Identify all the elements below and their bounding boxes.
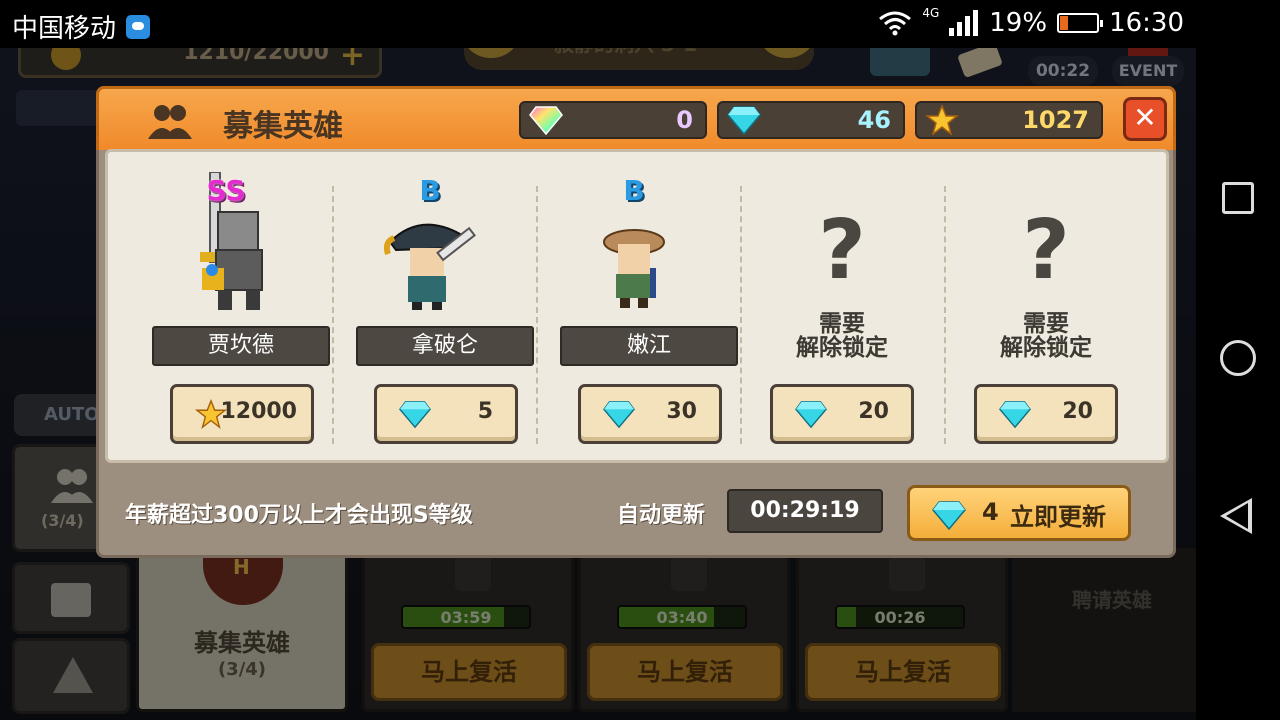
gem-icon: [932, 501, 966, 530]
gem-balance: 46: [717, 101, 905, 139]
gem-count: 46: [857, 106, 891, 134]
hero-name: 贾坎德: [152, 326, 330, 366]
hero-price: 30: [666, 399, 697, 424]
star-count: 1027: [1022, 106, 1089, 134]
locked-hero-slot: ? 需要 解除锁定 20: [944, 152, 1148, 466]
hero-grade: B: [623, 174, 645, 207]
hero-price: 12000: [220, 399, 297, 424]
signal-icon: [949, 10, 979, 36]
hero-name: 拿破仑: [356, 326, 534, 366]
refresh-label: 立即更新: [1010, 503, 1106, 531]
rainbow-gem-count: 0: [676, 106, 693, 134]
battery-percent: 19%: [989, 8, 1048, 38]
home-button[interactable]: [1220, 340, 1256, 376]
wifi-icon: [879, 11, 912, 36]
hero-name: 嫩江: [560, 326, 738, 366]
unlock-price: 20: [858, 399, 889, 424]
recruit-hero-button[interactable]: 12000: [170, 384, 314, 444]
auto-refresh-label: 自动更新: [617, 503, 706, 528]
dialog-title: 募集英雄: [223, 109, 343, 144]
question-mark-icon: ?: [1022, 203, 1070, 298]
hero-grade: B: [419, 174, 441, 207]
carrier-name: 中国移动: [12, 14, 117, 44]
refresh-cost: 4: [982, 498, 999, 526]
people-icon: [148, 105, 192, 139]
star-medal-icon: [925, 105, 959, 135]
rainbow-gem-balance: 0: [519, 101, 707, 139]
locked-hero-slot: ? 需要 解除锁定 20: [740, 152, 944, 466]
hero-offers-panel: SS 贾坎德 12000 B 拿破仑 5 B 嫩江 30 ? 需要 解除锁定 2…: [105, 149, 1169, 463]
recruit-heroes-dialog: 募集英雄 0 46 1027 ✕ SS 贾坎德 12000 B 拿破仑 5 B …: [96, 86, 1176, 558]
grade-info-text: 年薪超过300万以上才会出现S等级: [125, 503, 473, 528]
auto-refresh-timer: 00:29:19: [727, 489, 883, 533]
hero-offer: B 拿破仑 5: [328, 152, 534, 466]
recruit-hero-button[interactable]: 5: [374, 384, 518, 444]
unlock-price: 20: [1062, 399, 1093, 424]
recent-apps-button[interactable]: [1222, 182, 1254, 214]
gem-icon: [399, 401, 431, 429]
back-button[interactable]: [1220, 498, 1252, 534]
unlock-slot-button[interactable]: 20: [770, 384, 914, 444]
unlock-required-text: 需要 解除锁定: [1000, 311, 1092, 361]
gem-icon: [727, 106, 761, 135]
dialog-header: 募集英雄 0 46 1027 ✕: [96, 86, 1176, 150]
question-mark-icon: ?: [818, 203, 866, 298]
battery-icon: [1057, 13, 1104, 33]
status-bar: 中国移动 4G 19% 16:30: [0, 0, 1280, 48]
unlock-required-text: 需要 解除锁定: [796, 311, 888, 361]
hero-offer: B 嫩江 30: [532, 152, 738, 466]
gem-icon: [999, 401, 1031, 429]
hero-price: 5: [477, 399, 493, 424]
gem-icon: [795, 401, 827, 429]
gem-icon: [603, 401, 635, 429]
hero-offer: SS 贾坎德 12000: [124, 152, 330, 466]
rainbow-gem-icon: [529, 106, 563, 135]
hero-grade: SS: [206, 174, 246, 207]
network-type: 4G: [922, 6, 940, 20]
recruit-hero-button[interactable]: 30: [578, 384, 722, 444]
close-button[interactable]: ✕: [1123, 97, 1167, 141]
unlock-slot-button[interactable]: 20: [974, 384, 1118, 444]
navigation-bar: [1196, 48, 1280, 720]
refresh-now-button[interactable]: 4 立即更新: [907, 485, 1131, 541]
message-icon: [126, 14, 151, 39]
close-icon: ✕: [1133, 101, 1157, 134]
star-balance: 1027: [915, 101, 1103, 139]
clock: 16:30: [1109, 8, 1184, 38]
